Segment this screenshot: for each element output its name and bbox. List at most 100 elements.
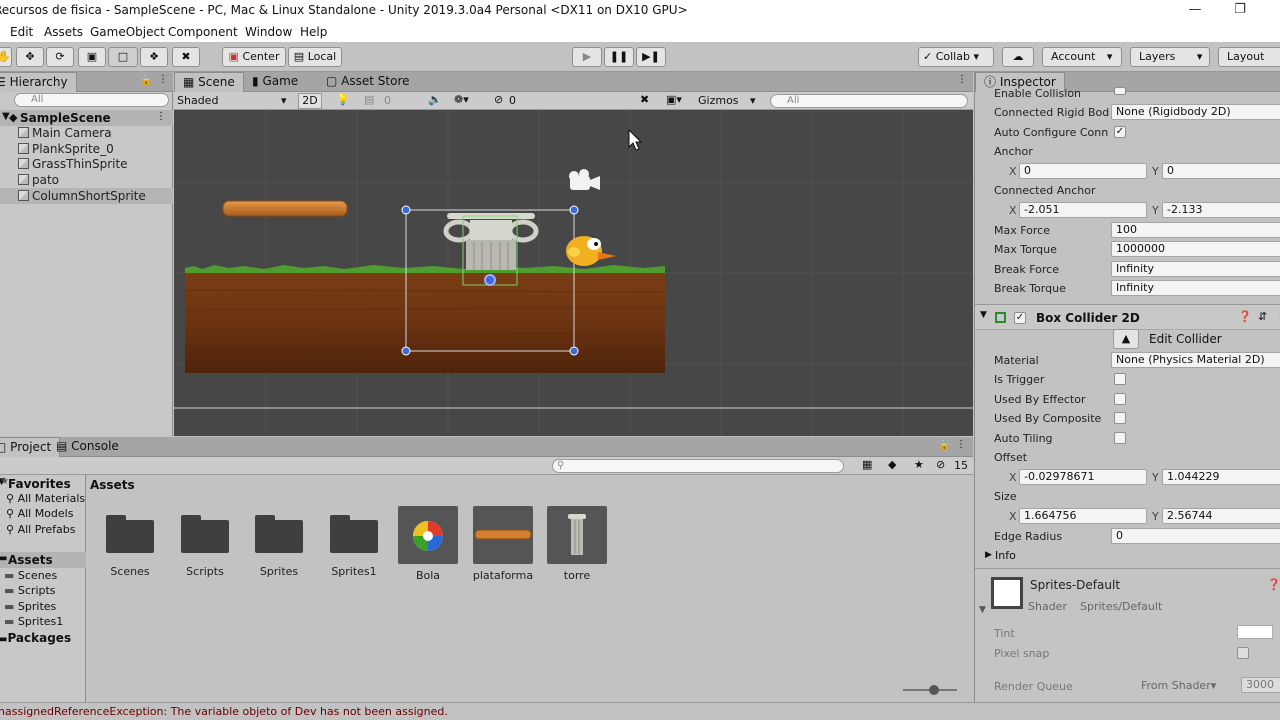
lighting-icon[interactable]: 💡 xyxy=(336,93,350,106)
rect-handle[interactable] xyxy=(401,205,411,215)
tab-asset-store[interactable]: ▢ Asset Store xyxy=(318,72,418,92)
shader-value[interactable]: Sprites/Default xyxy=(1080,600,1162,613)
camera-gizmo-icon[interactable] xyxy=(569,169,600,190)
info-foldout-arrow-icon[interactable]: ▶ xyxy=(985,550,992,560)
account-dropdown[interactable]: Account ▾ xyxy=(1042,47,1122,67)
anchor-x-field[interactable]: 0 xyxy=(1019,163,1147,179)
hierarchy-item-selected[interactable]: ColumnShortSprite xyxy=(0,188,173,204)
hidden-packages-icon[interactable]: ⊘ xyxy=(936,458,945,471)
status-message[interactable]: UnassignedReferenceException: The variab… xyxy=(0,705,448,718)
asset-tile[interactable]: Sprites1 xyxy=(319,515,389,578)
material-field[interactable]: None (Physics Material 2D) xyxy=(1111,352,1280,368)
used-by-effector-checkbox[interactable] xyxy=(1114,393,1126,405)
step-button[interactable]: ▶❚ xyxy=(636,47,666,67)
fx-icon[interactable]: ▤ xyxy=(364,93,374,106)
menu-help[interactable]: Help xyxy=(300,25,327,39)
asset-tile[interactable]: Scripts xyxy=(170,515,240,578)
lock-icon[interactable]: 🔒 xyxy=(938,440,950,451)
favorite-item[interactable]: ⚲ All Materials xyxy=(6,492,85,505)
rotate-tool-button[interactable]: ⟳ xyxy=(46,47,74,67)
favorite-star-icon[interactable]: ★ xyxy=(914,458,924,471)
asset-tile[interactable]: plataforma xyxy=(468,506,538,582)
assets-root[interactable]: ▬ Assets xyxy=(0,552,86,568)
camera-dropdown-icon[interactable]: ▣▾ xyxy=(666,93,682,106)
hierarchy-item[interactable]: pato xyxy=(18,173,59,187)
render-queue-field[interactable]: 3000 xyxy=(1241,677,1280,693)
edit-collider-button[interactable]: ▲ xyxy=(1113,329,1139,349)
cloud-button[interactable]: ☁ xyxy=(1002,47,1034,67)
space-toggle[interactable]: ▤ Local xyxy=(288,47,342,67)
pixel-snap-checkbox[interactable] xyxy=(1237,647,1249,659)
rect-tool-button[interactable]: □ xyxy=(108,47,138,67)
is-trigger-checkbox[interactable] xyxy=(1114,373,1126,385)
rect-handle[interactable] xyxy=(569,346,579,356)
pivot-handle[interactable] xyxy=(484,274,496,286)
tint-color-swatch[interactable] xyxy=(1237,625,1273,639)
play-button[interactable]: ▶ xyxy=(572,47,602,67)
edge-radius-field[interactable]: 0 xyxy=(1111,528,1280,544)
auto-configure-checkbox[interactable]: ✓ xyxy=(1114,126,1126,138)
box-collider-enabled-checkbox[interactable]: ✓ xyxy=(1014,312,1026,324)
folder-item[interactable]: ▬ Sprites xyxy=(4,600,56,613)
connected-rb-field[interactable]: None (Rigidbody 2D) xyxy=(1111,104,1280,120)
menu-assets[interactable]: Assets xyxy=(44,25,83,39)
tools-icon[interactable]: ✖ xyxy=(640,93,649,106)
move-tool-button[interactable]: ✥ xyxy=(16,47,44,67)
tab-console[interactable]: ▤ Console xyxy=(48,437,127,457)
foldout-arrow-icon[interactable]: ▼ xyxy=(979,605,986,615)
asset-breadcrumb[interactable]: Assets xyxy=(90,478,135,492)
collab-dropdown[interactable]: ✓ Collab ▾ xyxy=(918,47,994,67)
anchor-y-field[interactable]: 0 xyxy=(1162,163,1280,179)
hidden-objects-icon[interactable]: ⊘ xyxy=(494,93,503,106)
menu-component[interactable]: Component xyxy=(168,25,238,39)
shading-dropdown[interactable]: Shaded ▾ xyxy=(177,94,289,107)
used-by-composite-checkbox[interactable] xyxy=(1114,412,1126,424)
panel-menu-icon[interactable]: ⋮ xyxy=(957,74,967,85)
hand-tool-button[interactable]: ✋ xyxy=(0,47,12,67)
asset-tile[interactable]: Sprites xyxy=(244,515,314,578)
offset-y-field[interactable]: 1.044229 xyxy=(1162,469,1280,485)
layers-dropdown[interactable]: Layers ▾ xyxy=(1130,47,1210,67)
auto-tiling-checkbox[interactable] xyxy=(1114,432,1126,444)
transform-tool-button[interactable]: ❖ xyxy=(140,47,168,67)
grass-sprite[interactable] xyxy=(185,265,665,273)
tab-hierarchy[interactable]: ☰ Hierarchy xyxy=(0,72,77,92)
panel-menu-icon[interactable]: ⋮ xyxy=(158,74,168,85)
help-icon[interactable]: ❓ xyxy=(1238,310,1252,323)
duck-sprite[interactable] xyxy=(566,236,616,266)
foldout-arrow-icon[interactable]: ▼ xyxy=(980,310,987,320)
folder-item[interactable]: ▬ Scenes xyxy=(4,569,57,582)
menu-edit[interactable]: Edit xyxy=(10,25,33,39)
project-search[interactable]: ⚲ xyxy=(552,459,844,473)
lock-icon[interactable]: 🔒 xyxy=(140,75,152,86)
connected-anchor-y-field[interactable]: -2.133 xyxy=(1162,202,1280,218)
preset-icon[interactable]: ⇵ xyxy=(1258,310,1267,323)
offset-x-field[interactable]: -0.02978671 xyxy=(1019,469,1147,485)
thumbnail-size-slider[interactable] xyxy=(903,685,957,695)
max-torque-field[interactable]: 1000000 xyxy=(1111,241,1280,257)
effects-dropdown-icon[interactable]: ❁▾ xyxy=(454,93,469,106)
tab-scene[interactable]: ▦ Scene xyxy=(174,72,244,92)
pivot-toggle[interactable]: ▣ Center xyxy=(222,47,286,67)
minimize-button[interactable]: — xyxy=(1180,2,1210,20)
hierarchy-item[interactable]: GrassThinSprite xyxy=(18,157,128,171)
help-icon[interactable]: ❓ xyxy=(1267,578,1280,591)
scene-menu-icon[interactable]: ⋮ xyxy=(156,111,166,122)
filter-label-icon[interactable]: ◆ xyxy=(888,458,896,471)
favorite-item[interactable]: ⚲ All Models xyxy=(6,507,73,520)
asset-tile[interactable]: torre xyxy=(542,506,612,582)
2d-toggle[interactable]: 2D xyxy=(298,93,322,109)
folder-item[interactable]: ▬ Scripts xyxy=(4,584,56,597)
tab-game[interactable]: ▮ Game xyxy=(244,72,306,92)
connected-anchor-x-field[interactable]: -2.051 xyxy=(1019,202,1147,218)
asset-tile[interactable]: Scenes xyxy=(95,515,165,578)
folder-item[interactable]: ▬ Sprites1 xyxy=(4,615,63,628)
restore-button[interactable]: ❐ xyxy=(1225,2,1255,20)
break-force-field[interactable]: Infinity xyxy=(1111,261,1280,277)
hierarchy-item[interactable]: PlankSprite_0 xyxy=(18,142,114,156)
custom-tool-button[interactable]: ✖ xyxy=(172,47,200,67)
render-queue-dropdown[interactable]: From Shader▾ xyxy=(1141,679,1216,692)
scene-search[interactable]: All xyxy=(770,94,968,108)
layout-dropdown[interactable]: Layout xyxy=(1218,47,1280,67)
packages-root[interactable]: ▬Packages xyxy=(0,631,71,645)
